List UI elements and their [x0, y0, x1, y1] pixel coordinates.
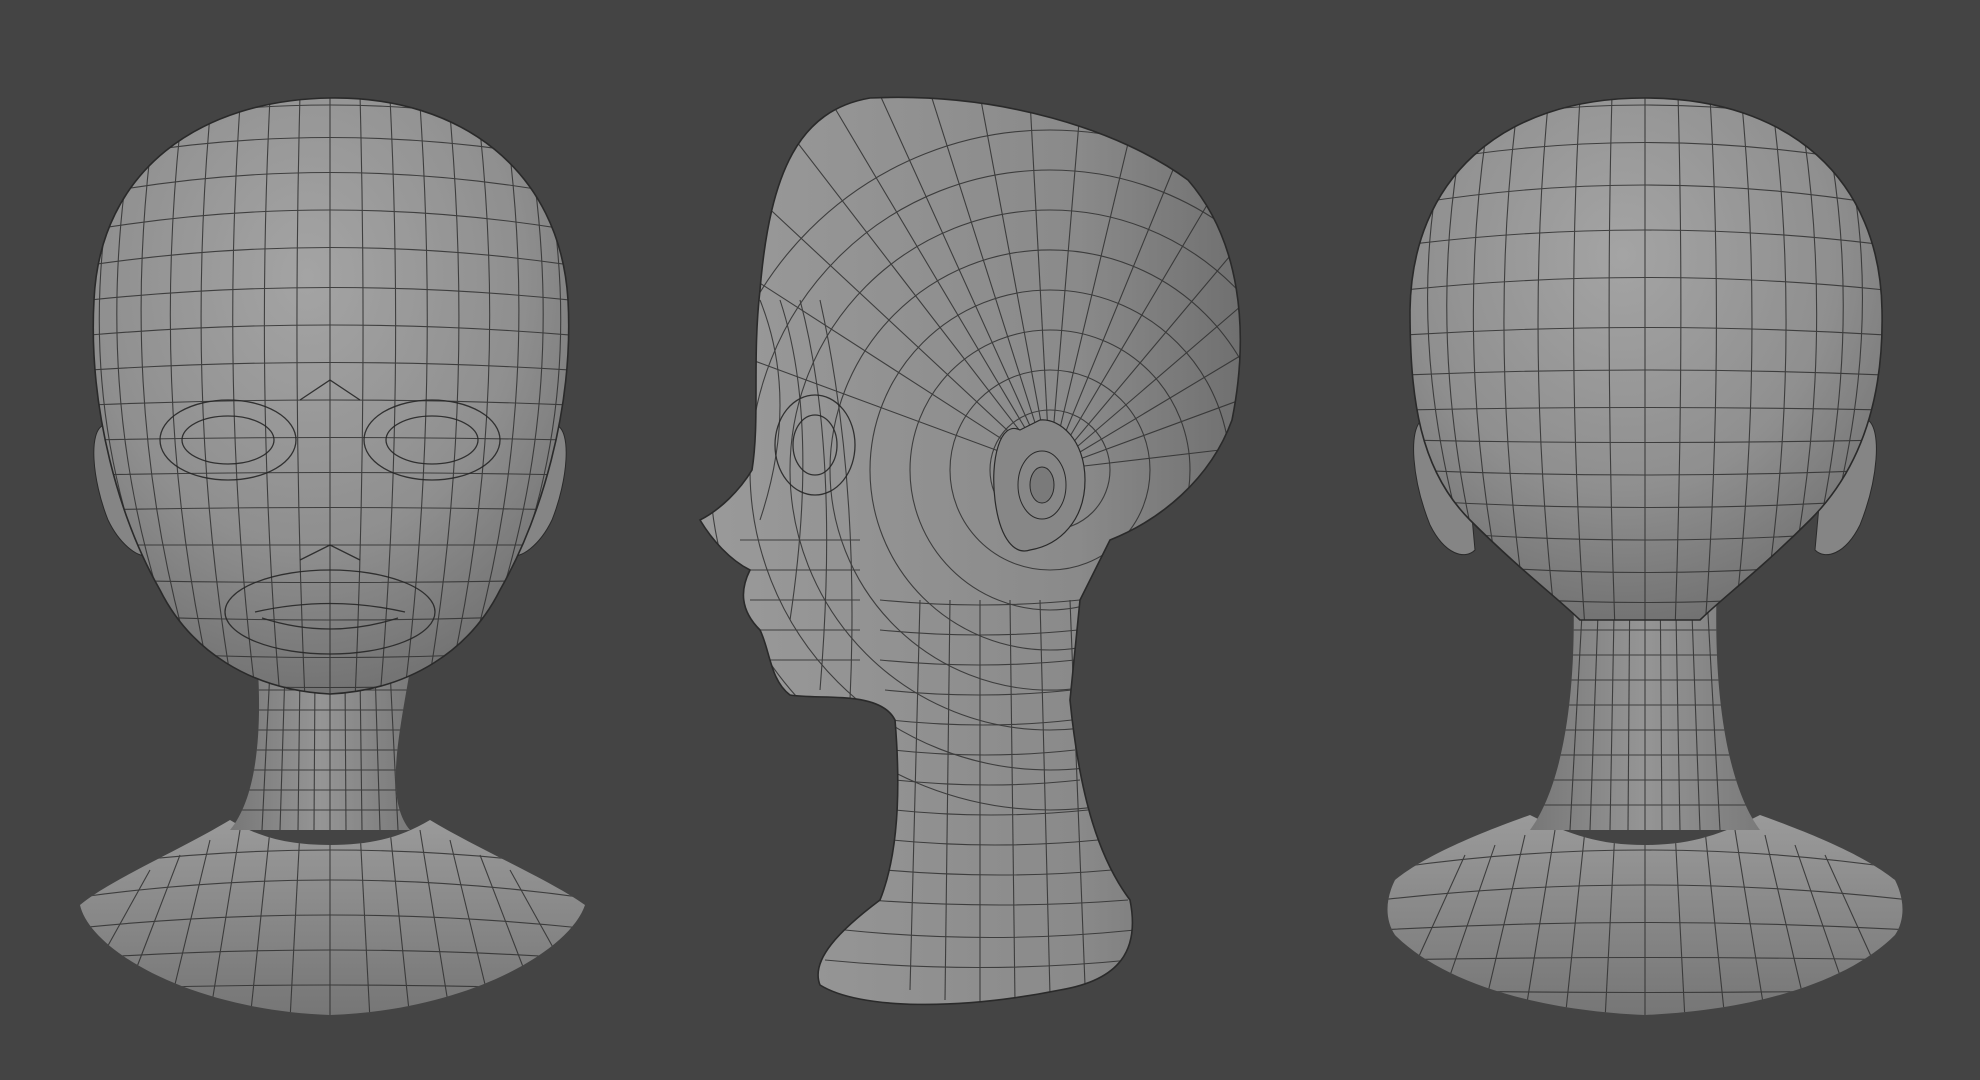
- mesh-views: [80, 96, 1903, 1015]
- side-head-view: [698, 96, 1242, 1006]
- viewport-canvas: [0, 0, 1980, 1080]
- front-head: [93, 97, 569, 695]
- side-head-neck: [700, 97, 1241, 1005]
- back-head-view: [1387, 97, 1903, 1015]
- front-head-view: [80, 97, 585, 1015]
